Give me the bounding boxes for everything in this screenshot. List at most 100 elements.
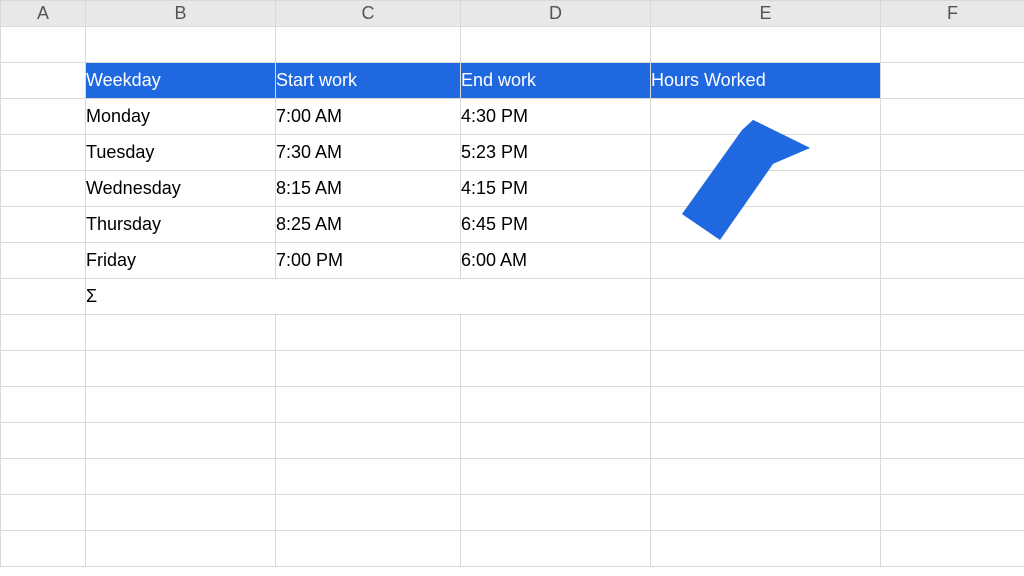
table-row: Friday 7:00 PM 6:00 AM xyxy=(1,243,1024,279)
cell-weekday[interactable]: Monday xyxy=(86,99,276,135)
cell-weekday[interactable]: Thursday xyxy=(86,207,276,243)
cell[interactable] xyxy=(651,531,881,567)
cell[interactable] xyxy=(86,531,276,567)
cell-end[interactable]: 4:15 PM xyxy=(461,171,651,207)
cell[interactable] xyxy=(1,27,86,63)
cell[interactable] xyxy=(1,387,86,423)
cell[interactable] xyxy=(651,459,881,495)
cell[interactable] xyxy=(651,27,881,63)
cell[interactable] xyxy=(86,27,276,63)
cell-hours[interactable] xyxy=(651,135,881,171)
cell[interactable] xyxy=(1,351,86,387)
cell[interactable] xyxy=(276,531,461,567)
cell[interactable] xyxy=(276,459,461,495)
cell[interactable] xyxy=(881,135,1024,171)
cell[interactable] xyxy=(881,207,1024,243)
table-row: Wednesday 8:15 AM 4:15 PM xyxy=(1,171,1024,207)
col-header-F[interactable]: F xyxy=(881,1,1024,27)
cell[interactable] xyxy=(86,387,276,423)
cell[interactable] xyxy=(1,207,86,243)
cell[interactable] xyxy=(276,351,461,387)
cell[interactable] xyxy=(86,315,276,351)
sum-hours-cell[interactable] xyxy=(651,279,881,315)
cell[interactable] xyxy=(1,495,86,531)
col-header-B[interactable]: B xyxy=(86,1,276,27)
cell[interactable] xyxy=(276,495,461,531)
cell[interactable] xyxy=(881,423,1024,459)
cell[interactable] xyxy=(1,423,86,459)
sum-row: Σ xyxy=(1,279,1024,315)
col-header-C[interactable]: C xyxy=(276,1,461,27)
cell-weekday[interactable]: Wednesday xyxy=(86,171,276,207)
cell-start[interactable]: 8:15 AM xyxy=(276,171,461,207)
cell[interactable] xyxy=(651,495,881,531)
cell[interactable] xyxy=(461,423,651,459)
spreadsheet-grid[interactable]: A B C D E F Weekday Start work End work … xyxy=(0,0,1024,576)
cell[interactable] xyxy=(1,135,86,171)
cell-weekday[interactable]: Friday xyxy=(86,243,276,279)
table-row: Tuesday 7:30 AM 5:23 PM xyxy=(1,135,1024,171)
cell[interactable] xyxy=(881,27,1024,63)
cell[interactable] xyxy=(461,27,651,63)
cell-start[interactable]: 7:00 AM xyxy=(276,99,461,135)
cell[interactable] xyxy=(461,387,651,423)
cell[interactable] xyxy=(461,459,651,495)
cell[interactable] xyxy=(86,495,276,531)
cell[interactable] xyxy=(651,351,881,387)
cell[interactable] xyxy=(276,387,461,423)
col-header-D[interactable]: D xyxy=(461,1,651,27)
sum-symbol-cell[interactable]: Σ xyxy=(86,279,651,315)
cell[interactable] xyxy=(651,423,881,459)
worksheet-table[interactable]: A B C D E F Weekday Start work End work … xyxy=(0,0,1024,567)
cell[interactable] xyxy=(1,279,86,315)
cell-hours[interactable] xyxy=(651,243,881,279)
cell[interactable] xyxy=(651,387,881,423)
cell[interactable] xyxy=(461,315,651,351)
cell-weekday[interactable]: Tuesday xyxy=(86,135,276,171)
cell[interactable] xyxy=(276,315,461,351)
cell[interactable] xyxy=(461,495,651,531)
cell-start[interactable]: 8:25 AM xyxy=(276,207,461,243)
table-header-weekday[interactable]: Weekday xyxy=(86,63,276,99)
cell[interactable] xyxy=(1,63,86,99)
cell-end[interactable]: 4:30 PM xyxy=(461,99,651,135)
cell[interactable] xyxy=(881,495,1024,531)
cell[interactable] xyxy=(881,531,1024,567)
cell[interactable] xyxy=(881,279,1024,315)
cell[interactable] xyxy=(1,243,86,279)
cell-end[interactable]: 6:00 AM xyxy=(461,243,651,279)
table-header-end[interactable]: End work xyxy=(461,63,651,99)
cell[interactable] xyxy=(86,459,276,495)
cell-start[interactable]: 7:00 PM xyxy=(276,243,461,279)
cell[interactable] xyxy=(881,99,1024,135)
cell-end[interactable]: 5:23 PM xyxy=(461,135,651,171)
cell[interactable] xyxy=(881,387,1024,423)
cell[interactable] xyxy=(881,315,1024,351)
cell[interactable] xyxy=(651,315,881,351)
col-header-E[interactable]: E xyxy=(651,1,881,27)
cell-hours[interactable] xyxy=(651,99,881,135)
cell[interactable] xyxy=(1,531,86,567)
cell-start[interactable]: 7:30 AM xyxy=(276,135,461,171)
cell[interactable] xyxy=(86,423,276,459)
cell[interactable] xyxy=(1,99,86,135)
cell-end[interactable]: 6:45 PM xyxy=(461,207,651,243)
cell[interactable] xyxy=(881,243,1024,279)
table-header-start[interactable]: Start work xyxy=(276,63,461,99)
cell[interactable] xyxy=(1,315,86,351)
cell[interactable] xyxy=(881,351,1024,387)
col-header-A[interactable]: A xyxy=(1,1,86,27)
cell[interactable] xyxy=(1,459,86,495)
table-header-hours[interactable]: Hours Worked xyxy=(651,63,881,99)
cell[interactable] xyxy=(461,531,651,567)
cell-hours[interactable] xyxy=(651,171,881,207)
cell-hours[interactable] xyxy=(651,207,881,243)
cell[interactable] xyxy=(881,459,1024,495)
cell[interactable] xyxy=(86,351,276,387)
cell[interactable] xyxy=(1,171,86,207)
cell[interactable] xyxy=(881,63,1024,99)
cell[interactable] xyxy=(881,171,1024,207)
cell[interactable] xyxy=(461,351,651,387)
cell[interactable] xyxy=(276,423,461,459)
cell[interactable] xyxy=(276,27,461,63)
